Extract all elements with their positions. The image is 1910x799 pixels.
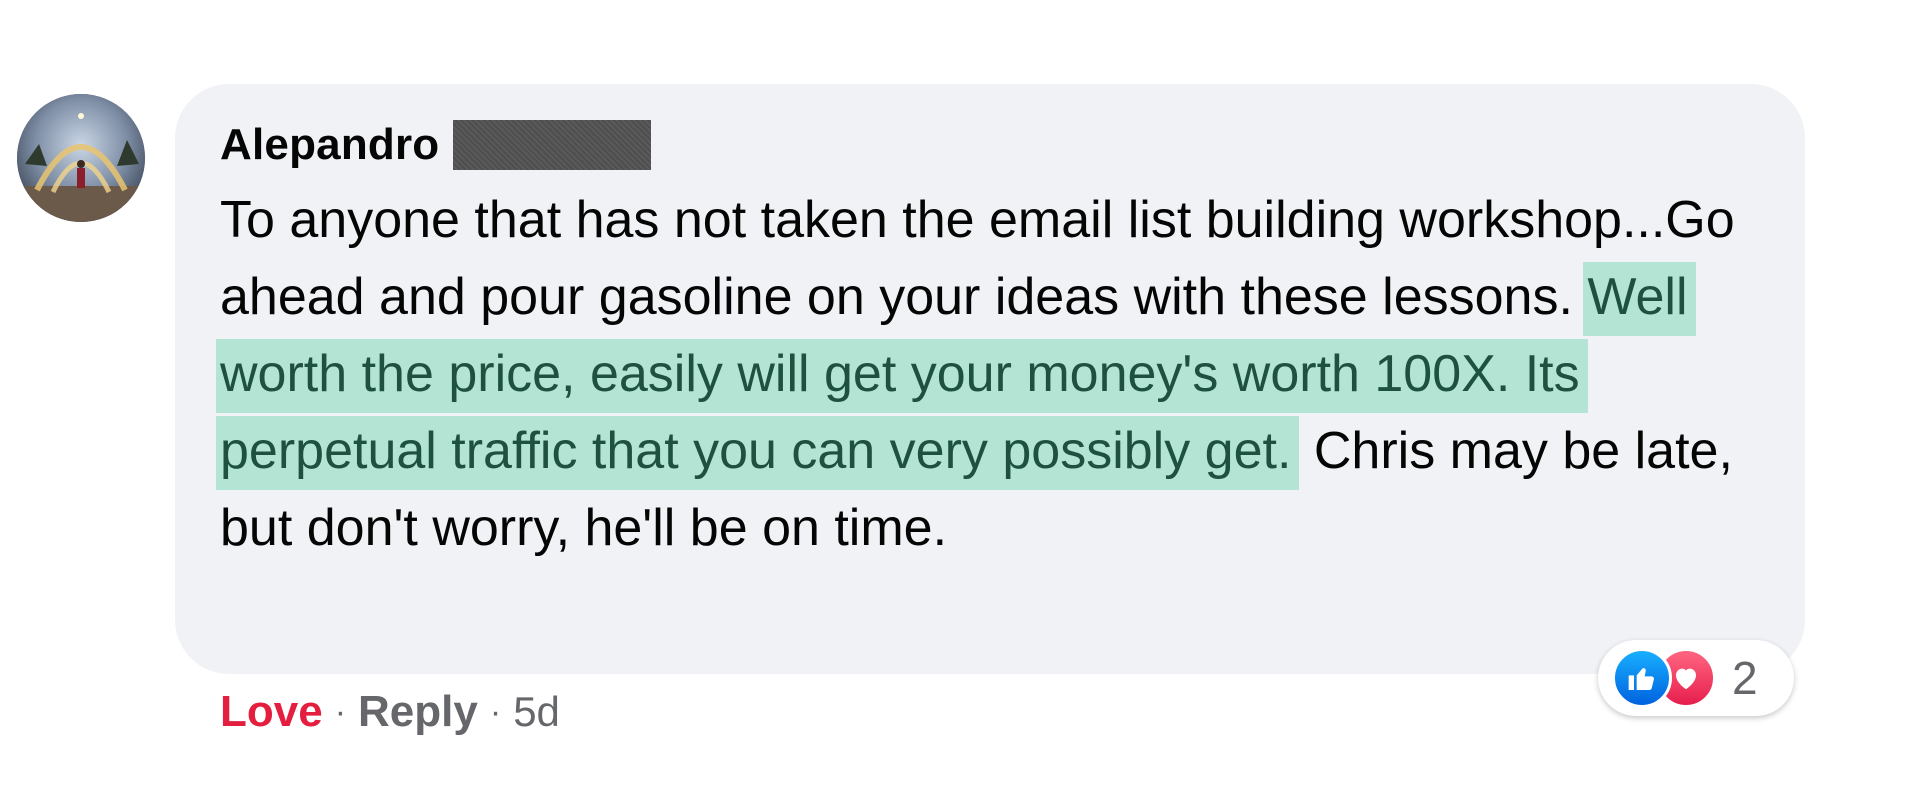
comment-body: To anyone that has not taken the email l…	[216, 182, 1780, 567]
separator-dot: ·	[334, 692, 347, 731]
reply-button[interactable]: Reply	[358, 687, 478, 737]
reaction-summary[interactable]: 2	[1598, 640, 1794, 716]
comment-text-before: To anyone that has not taken the email l…	[220, 191, 1735, 326]
like-icon	[1612, 648, 1672, 708]
separator-dot: ·	[489, 692, 502, 731]
timestamp-link[interactable]: 5d	[513, 688, 560, 736]
author-row: Alepandro	[220, 120, 652, 170]
reaction-count: 2	[1732, 652, 1758, 704]
avatar[interactable]	[17, 94, 145, 222]
redacted-surname-block	[453, 120, 652, 170]
comment-actions: Love · Reply · 5d	[220, 682, 560, 742]
love-reaction-button[interactable]: Love	[220, 687, 323, 737]
avatar-photo	[17, 94, 145, 222]
author-name[interactable]: Alepandro	[220, 120, 439, 170]
comment-bubble: Alepandro To anyone that has not taken t…	[175, 84, 1805, 674]
